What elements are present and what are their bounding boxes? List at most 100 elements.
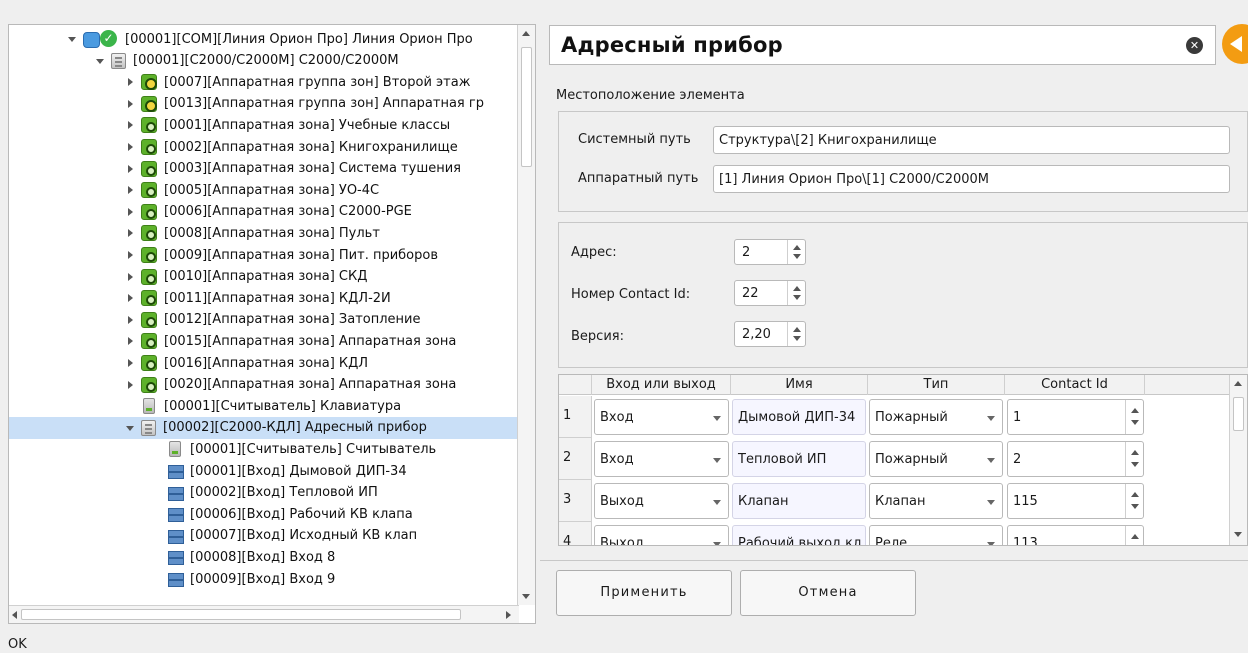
expand-right-icon[interactable]	[125, 99, 135, 109]
io-combobox[interactable]: Вход	[594, 441, 729, 477]
tree-item[interactable]: [0015][Аппаратная зона] Аппаратная зона	[9, 330, 517, 352]
expand-right-icon[interactable]	[125, 228, 135, 238]
hardware-path-field[interactable]: [1] Линия Орион Про\[1] С2000/С2000М	[713, 165, 1230, 193]
tree-item[interactable]: [0011][Аппаратная зона] КДЛ-2И	[9, 287, 517, 309]
contact-id-spinbox[interactable]: 115	[1007, 483, 1144, 519]
tree-item[interactable]: [0013][Аппаратная группа зон] Аппаратная…	[9, 93, 517, 115]
tree-item[interactable]: [0012][Аппаратная зона] Затопление	[9, 309, 517, 331]
scroll-left-icon[interactable]	[12, 611, 17, 619]
contact-id-spinbox[interactable]: 113	[1007, 525, 1144, 545]
scroll-thumb[interactable]	[521, 47, 532, 167]
io-combobox[interactable]: Выход	[594, 483, 729, 519]
tree-horizontal-scrollbar[interactable]	[9, 605, 519, 623]
tree-item[interactable]: [0002][Аппаратная зона] Книгохранилище	[9, 136, 517, 158]
expand-right-icon[interactable]	[125, 358, 135, 368]
tree-item[interactable]: [0001][Аппаратная зона] Учебные классы	[9, 114, 517, 136]
expand-right-icon[interactable]	[125, 77, 135, 87]
tree-item[interactable]: [00006][Вход] Рабочий КВ клапа	[9, 503, 517, 525]
tree-item[interactable]: [00001][Считыватель] Клавиатура	[9, 395, 517, 417]
spin-arrows-icon[interactable]	[1125, 484, 1143, 518]
tree-item[interactable]: [00002][C2000-КДЛ] Адресный прибор	[9, 416, 517, 439]
apply-button[interactable]: Применить	[556, 570, 732, 616]
expand-right-icon[interactable]	[125, 185, 135, 195]
tree-item[interactable]: [00009][Вход] Вход 9	[9, 568, 517, 590]
row-number[interactable]: 4	[559, 522, 592, 545]
spin-arrows-icon[interactable]	[1125, 526, 1143, 545]
expand-down-icon[interactable]	[125, 423, 135, 433]
expand-right-icon[interactable]	[125, 164, 135, 174]
expand-right-icon[interactable]	[125, 380, 135, 390]
tree-item[interactable]: [0003][Аппаратная зона] Система тушения	[9, 158, 517, 180]
version-spinbox[interactable]: 2,20	[734, 321, 806, 347]
type-combobox[interactable]: Пожарный	[869, 441, 1003, 477]
address-spinbox[interactable]: 2	[734, 239, 806, 265]
device-tree-panel[interactable]: [00001][COM][Линия Орион Про] Линия Орио…	[8, 24, 536, 624]
scroll-up-icon[interactable]	[1234, 381, 1242, 386]
tree-item[interactable]: [0009][Аппаратная зона] Пит. приборов	[9, 244, 517, 266]
tree-item[interactable]: [0008][Аппаратная зона] Пульт	[9, 222, 517, 244]
spin-arrows-icon[interactable]	[787, 240, 805, 264]
tree-item[interactable]: [0006][Аппаратная зона] С2000-PGE	[9, 201, 517, 223]
system-path-field[interactable]: Структура\[2] Книгохранилище	[713, 126, 1230, 154]
scroll-up-icon[interactable]	[522, 31, 530, 36]
column-header-name[interactable]: Имя	[731, 375, 868, 395]
tree-item[interactable]: [0016][Аппаратная зона] КДЛ	[9, 352, 517, 374]
expand-right-icon[interactable]	[125, 207, 135, 217]
column-header-io[interactable]: Вход или выход	[592, 375, 731, 395]
tree-item[interactable]: [0007][Аппаратная группа зон] Второй эта…	[9, 71, 517, 93]
expand-right-icon[interactable]	[125, 315, 135, 325]
name-field[interactable]: Клапан	[732, 483, 866, 519]
expand-down-icon[interactable]	[95, 56, 105, 66]
column-header-type[interactable]: Тип	[868, 375, 1005, 395]
scroll-down-icon[interactable]	[522, 594, 530, 599]
io-combobox[interactable]: Выход	[594, 525, 729, 545]
scroll-thumb[interactable]	[1233, 397, 1244, 431]
tree-item[interactable]: [00001][Считыватель] Считыватель	[9, 438, 517, 460]
tree-item[interactable]: [00001][C2000/C2000M] C2000/C2000M	[9, 50, 517, 72]
name-field[interactable]: Рабочий выход кл	[732, 525, 866, 545]
tree-item[interactable]: [00008][Вход] Вход 8	[9, 546, 517, 568]
tree-item[interactable]: [0020][Аппаратная зона] Аппаратная зона	[9, 374, 517, 396]
expand-right-icon[interactable]	[125, 293, 135, 303]
spin-arrows-icon[interactable]	[1125, 400, 1143, 434]
contact-id-spinbox[interactable]: 22	[734, 280, 806, 306]
expand-right-icon[interactable]	[125, 336, 135, 346]
type-combobox[interactable]: Клапан	[869, 483, 1003, 519]
name-field[interactable]: Тепловой ИП	[732, 441, 866, 477]
scroll-down-icon[interactable]	[1234, 532, 1242, 537]
type-combobox[interactable]: Пожарный	[869, 399, 1003, 435]
expand-down-icon[interactable]	[67, 34, 77, 44]
column-header-contact-id[interactable]: Contact Id	[1005, 375, 1145, 395]
tree-vertical-scrollbar[interactable]	[517, 25, 535, 605]
type-combobox[interactable]: Реле	[869, 525, 1003, 545]
spin-arrows-icon[interactable]	[1125, 442, 1143, 476]
cancel-button[interactable]: Отмена	[740, 570, 916, 616]
tree-item[interactable]: [0010][Аппаратная зона] СКД	[9, 266, 517, 288]
expand-right-icon[interactable]	[125, 142, 135, 152]
row-number[interactable]: 3	[559, 480, 592, 522]
tree-item[interactable]: [00007][Вход] Исходный КВ клап	[9, 525, 517, 547]
io-combobox[interactable]: Вход	[594, 399, 729, 435]
expand-right-icon[interactable]	[125, 272, 135, 282]
tree-item[interactable]: [00002][Вход] Тепловой ИП	[9, 482, 517, 504]
row-number[interactable]: 1	[559, 396, 592, 438]
reader-icon	[143, 398, 155, 415]
tree-item[interactable]: [00001][Вход] Дымовой ДИП-34	[9, 460, 517, 482]
spin-arrows-icon[interactable]	[787, 322, 805, 346]
scroll-right-icon[interactable]	[506, 611, 511, 619]
expand-right-icon[interactable]	[125, 120, 135, 130]
name-field[interactable]: Дымовой ДИП-34	[732, 399, 866, 435]
close-icon[interactable]: ✕	[1186, 37, 1203, 54]
spin-arrows-icon[interactable]	[787, 281, 805, 305]
row-number[interactable]: 2	[559, 438, 592, 480]
back-arrow-icon[interactable]	[1222, 24, 1248, 64]
tree-item-label: [00006][Вход] Рабочий КВ клапа	[190, 506, 413, 522]
contact-id-spinbox[interactable]: 1	[1007, 399, 1144, 435]
contact-id-spinbox[interactable]: 2	[1007, 441, 1144, 477]
scroll-thumb[interactable]	[21, 609, 461, 620]
tree-item[interactable]: [00001][COM][Линия Орион Про] Линия Орио…	[9, 28, 517, 50]
expand-right-icon[interactable]	[125, 250, 135, 260]
input-icon	[167, 571, 184, 587]
table-vertical-scrollbar[interactable]	[1229, 375, 1247, 545]
tree-item[interactable]: [0005][Аппаратная зона] УО-4С	[9, 179, 517, 201]
